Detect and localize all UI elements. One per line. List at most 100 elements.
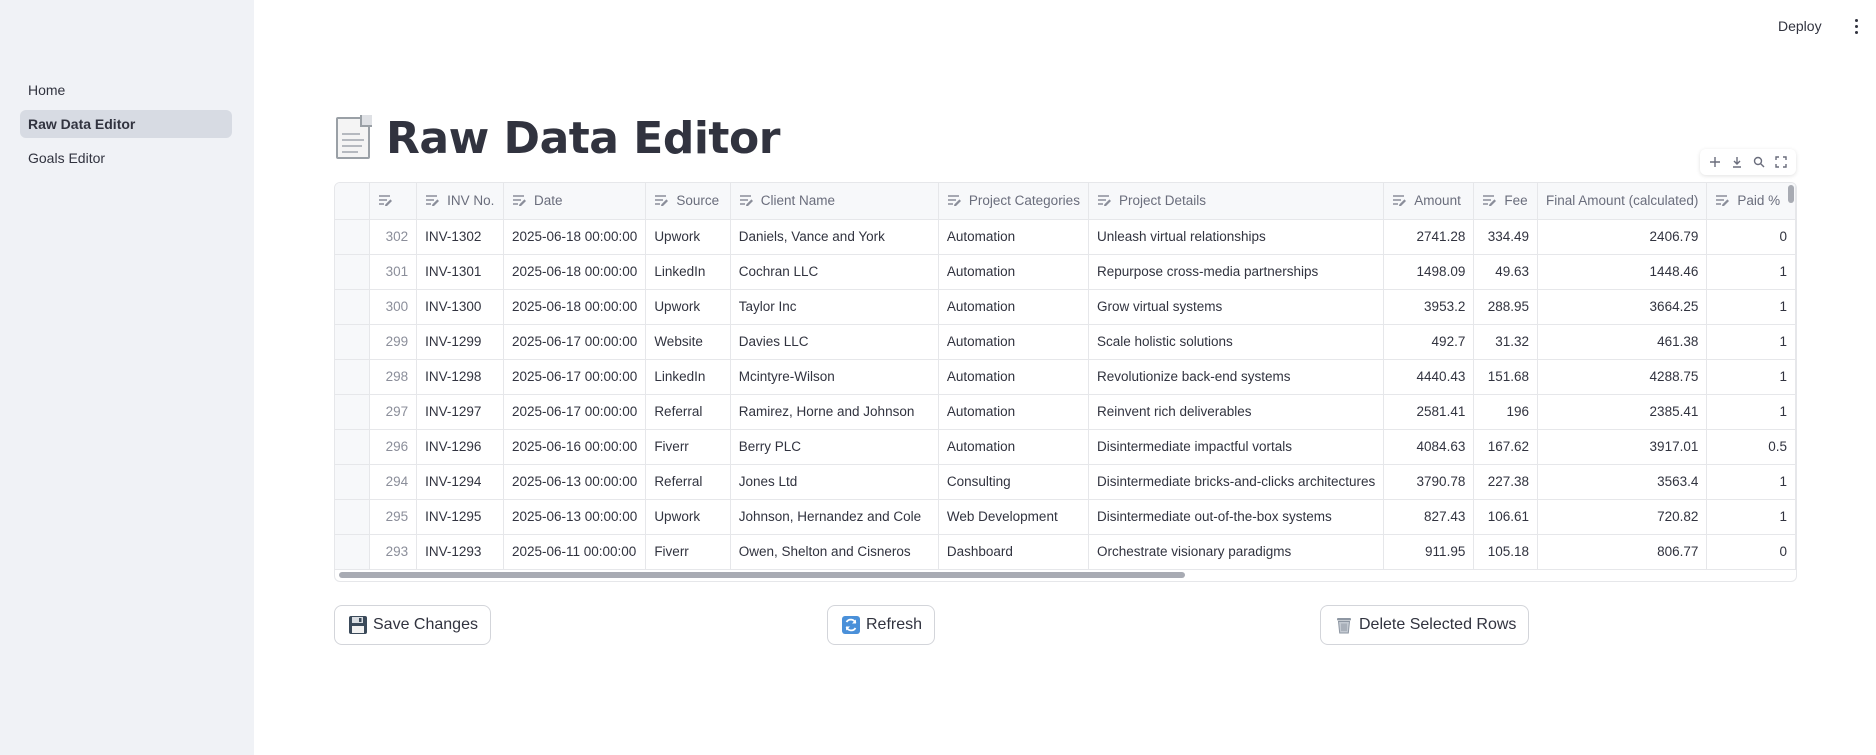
table-cell[interactable]: 4288.75 — [1537, 359, 1708, 395]
table-cell[interactable]: 2025-06-18 00:00:00 — [503, 254, 647, 290]
table-cell[interactable]: Automation — [938, 324, 1089, 360]
download-icon[interactable] — [1728, 153, 1746, 171]
table-row[interactable]: 293 INV-1293 2025-06-11 00:00:00 Fiverr Owen… — [335, 534, 1796, 570]
table-cell[interactable]: 334.49 — [1473, 219, 1539, 255]
table-row[interactable]: 298 INV-1298 2025-06-17 00:00:00 LinkedIn Mc… — [335, 359, 1796, 395]
table-cell[interactable]: LinkedIn — [645, 254, 731, 290]
table-cell[interactable]: 720.82 — [1537, 499, 1708, 535]
table-cell[interactable]: Davies LLC — [730, 324, 939, 360]
table-cell[interactable]: Reinvent rich deliverables — [1088, 394, 1385, 430]
table-row[interactable]: 302 INV-1302 2025-06-18 00:00:00 Upwork Dani… — [335, 219, 1796, 255]
table-cell[interactable]: 1 — [1706, 359, 1796, 395]
table-cell[interactable]: INV-1295 — [416, 499, 504, 535]
column-header[interactable]: Source — [645, 183, 731, 220]
table-cell[interactable]: INV-1299 — [416, 324, 504, 360]
table-cell[interactable]: 2385.41 — [1537, 394, 1708, 430]
row-select-cell[interactable] — [335, 464, 370, 500]
table-cell[interactable]: 911.95 — [1383, 534, 1475, 570]
table-cell[interactable]: Fiverr — [645, 429, 731, 465]
row-select-cell[interactable] — [335, 219, 370, 255]
save-changes-button[interactable]: Save Changes — [334, 605, 491, 645]
row-select-cell[interactable] — [335, 289, 370, 325]
table-cell[interactable]: INV-1301 — [416, 254, 504, 290]
table-cell[interactable]: 3790.78 — [1383, 464, 1475, 500]
table-cell[interactable]: INV-1294 — [416, 464, 504, 500]
table-cell[interactable]: 1 — [1706, 324, 1796, 360]
table-cell[interactable]: INV-1293 — [416, 534, 504, 570]
table-cell[interactable]: 1 — [1706, 289, 1796, 325]
table-cell[interactable]: 49.63 — [1473, 254, 1539, 290]
table-cell[interactable]: Berry PLC — [730, 429, 939, 465]
table-cell[interactable]: 0 — [1706, 219, 1796, 255]
table-cell[interactable]: Cochran LLC — [730, 254, 939, 290]
column-header[interactable]: Final Amount (calculated) — [1537, 183, 1708, 220]
table-cell[interactable]: 2025-06-18 00:00:00 — [503, 289, 647, 325]
vertical-scrollbar[interactable] — [1788, 185, 1794, 203]
table-cell[interactable]: Orchestrate visionary paradigms — [1088, 534, 1385, 570]
table-cell[interactable]: INV-1302 — [416, 219, 504, 255]
table-cell[interactable]: 167.62 — [1473, 429, 1539, 465]
table-cell[interactable]: Repurpose cross-media partnerships — [1088, 254, 1385, 290]
main-menu-icon[interactable] — [1848, 13, 1864, 39]
table-cell[interactable]: 151.68 — [1473, 359, 1539, 395]
column-header[interactable]: Amount — [1383, 183, 1475, 220]
search-icon[interactable] — [1750, 153, 1768, 171]
column-header[interactable]: Project Categories — [938, 183, 1089, 220]
table-cell[interactable]: Upwork — [645, 499, 731, 535]
table-cell[interactable]: 0 — [1706, 534, 1796, 570]
table-row[interactable]: 301 INV-1301 2025-06-18 00:00:00 LinkedIn Co… — [335, 254, 1796, 290]
table-cell[interactable]: INV-1296 — [416, 429, 504, 465]
table-cell[interactable]: 1448.46 — [1537, 254, 1708, 290]
column-header-index[interactable] — [369, 183, 418, 220]
table-cell[interactable]: 2025-06-16 00:00:00 — [503, 429, 647, 465]
sidebar-item-goals-editor[interactable]: Goals Editor — [20, 144, 232, 172]
table-cell[interactable]: 806.77 — [1537, 534, 1708, 570]
select-all-header[interactable] — [335, 183, 370, 220]
table-cell[interactable]: Disintermediate bricks-and-clicks archit… — [1088, 464, 1385, 500]
column-header[interactable]: Fee — [1473, 183, 1539, 220]
table-cell[interactable]: Unleash virtual relationships — [1088, 219, 1385, 255]
table-cell[interactable]: Owen, Shelton and Cisneros — [730, 534, 939, 570]
table-cell[interactable]: 105.18 — [1473, 534, 1539, 570]
table-cell[interactable]: 461.38 — [1537, 324, 1708, 360]
table-cell[interactable]: Referral — [645, 394, 731, 430]
table-cell[interactable]: Automation — [938, 394, 1089, 430]
table-cell[interactable]: Automation — [938, 429, 1089, 465]
row-select-cell[interactable] — [335, 254, 370, 290]
table-cell[interactable]: 3953.2 — [1383, 289, 1475, 325]
table-cell[interactable]: Web Development — [938, 499, 1089, 535]
table-cell[interactable]: 288.95 — [1473, 289, 1539, 325]
deploy-button[interactable]: Deploy — [1778, 13, 1822, 39]
table-cell[interactable]: 3664.25 — [1537, 289, 1708, 325]
table-row[interactable]: 296 INV-1296 2025-06-16 00:00:00 Fiverr Berr… — [335, 429, 1796, 465]
table-cell[interactable]: Ramirez, Horne and Johnson — [730, 394, 939, 430]
table-cell[interactable]: Daniels, Vance and York — [730, 219, 939, 255]
table-cell[interactable]: 2406.79 — [1537, 219, 1708, 255]
table-cell[interactable]: Grow virtual systems — [1088, 289, 1385, 325]
table-cell[interactable]: 4084.63 — [1383, 429, 1475, 465]
sidebar-item-raw-data-editor[interactable]: Raw Data Editor — [20, 110, 232, 138]
row-select-cell[interactable] — [335, 394, 370, 430]
table-cell[interactable]: 1498.09 — [1383, 254, 1475, 290]
table-cell[interactable]: 3563.4 — [1537, 464, 1708, 500]
plus-icon[interactable] — [1706, 153, 1724, 171]
horizontal-scrollbar[interactable] — [339, 572, 1185, 578]
table-cell[interactable]: Dashboard — [938, 534, 1089, 570]
table-cell[interactable]: 31.32 — [1473, 324, 1539, 360]
fullscreen-icon[interactable] — [1772, 153, 1790, 171]
table-cell[interactable]: 2025-06-17 00:00:00 — [503, 359, 647, 395]
row-select-cell[interactable] — [335, 499, 370, 535]
table-cell[interactable]: 2025-06-17 00:00:00 — [503, 394, 647, 430]
delete-selected-rows-button[interactable]: Delete Selected Rows — [1320, 605, 1530, 645]
table-cell[interactable]: Upwork — [645, 219, 731, 255]
column-header[interactable]: Client Name — [730, 183, 939, 220]
table-cell[interactable]: Scale holistic solutions — [1088, 324, 1385, 360]
table-cell[interactable]: Disintermediate out-of-the-box systems — [1088, 499, 1385, 535]
table-row[interactable]: 300 INV-1300 2025-06-18 00:00:00 Upwork Tayl… — [335, 289, 1796, 325]
table-cell[interactable]: 106.61 — [1473, 499, 1539, 535]
column-header[interactable]: Date — [503, 183, 647, 220]
table-cell[interactable]: Mcintyre-Wilson — [730, 359, 939, 395]
table-cell[interactable]: Revolutionize back-end systems — [1088, 359, 1385, 395]
table-cell[interactable]: Fiverr — [645, 534, 731, 570]
table-cell[interactable]: Disintermediate impactful vortals — [1088, 429, 1385, 465]
